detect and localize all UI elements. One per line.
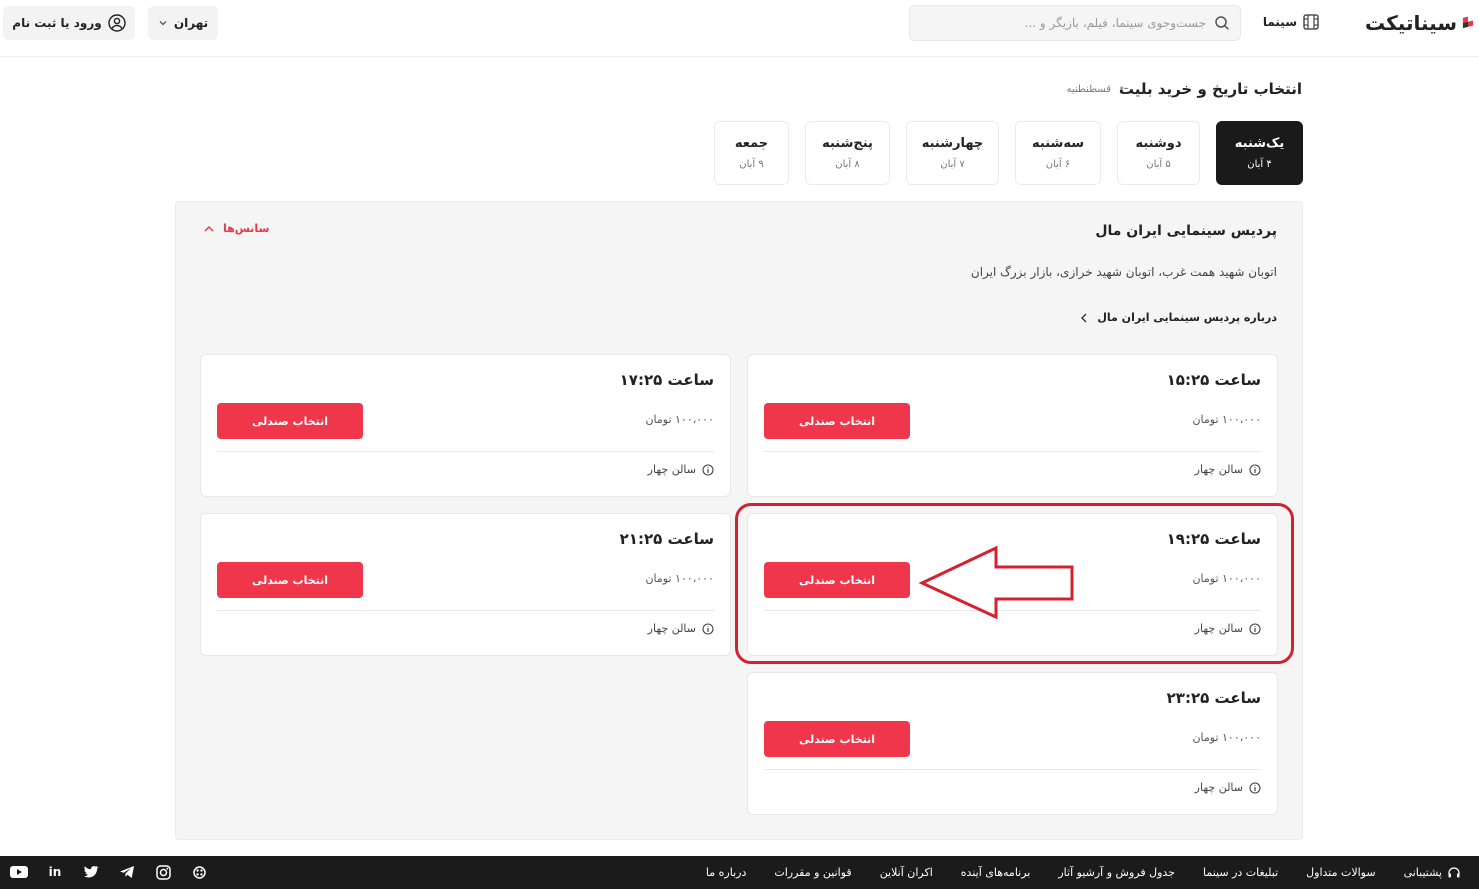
select-seat-button[interactable]: انتخاب صندلی <box>764 403 910 439</box>
hall-label: سالن چهار <box>647 463 696 476</box>
day-tab-wednesday[interactable]: چهارشنبه ۷ آبان <box>906 121 999 185</box>
breadcrumb-separator: • <box>1118 82 1126 95</box>
hall-label: سالن چهار <box>1194 781 1243 794</box>
day-tab-monday[interactable]: دوشنبه ۵ آبان <box>1117 121 1200 185</box>
select-seat-button[interactable]: انتخاب صندلی <box>764 721 910 757</box>
about-cinema-link[interactable]: درباره پردیس سینمایی ایران مال <box>1079 311 1277 324</box>
day-date: ۵ آبان <box>1146 159 1171 170</box>
info-icon[interactable] <box>1249 463 1261 476</box>
divider <box>764 769 1261 770</box>
footer-link-about[interactable]: درباره ما <box>706 866 746 879</box>
login-label: ورود یا ثبت نام <box>12 16 102 30</box>
day-name: چهارشنبه <box>921 136 984 151</box>
day-name: پنج‌شنبه <box>822 136 873 151</box>
session-hall: سالن چهار <box>1195 463 1261 476</box>
session-price: ۱۰۰،۰۰۰ تومان <box>1192 413 1261 426</box>
select-seat-button[interactable]: انتخاب صندلی <box>217 562 363 598</box>
logo-mark-icon <box>1462 16 1474 29</box>
session-time: ساعت ۱۵:۲۵ <box>1166 371 1261 389</box>
day-date: ۴ آبان <box>1247 159 1272 170</box>
sessions-toggle[interactable]: سانس‌ها <box>203 222 269 235</box>
session-hall: سالن چهار <box>1195 781 1261 794</box>
film-icon <box>1303 14 1319 30</box>
info-icon[interactable] <box>702 463 714 476</box>
logo-text: سیناتیکت <box>1365 11 1457 35</box>
search-input[interactable] <box>926 16 1206 30</box>
divider <box>217 451 714 452</box>
footer-link-ads[interactable]: تبلیغات در سینما <box>1203 866 1278 879</box>
day-date: ۶ آبان <box>1045 159 1071 170</box>
social-links: in <box>8 862 210 882</box>
search-icon[interactable] <box>1214 15 1230 31</box>
annotation-arrow-icon <box>918 545 1074 620</box>
page-title: انتخاب تاریخ و خرید بلیت <box>1118 80 1302 98</box>
day-tab-friday[interactable]: جمعه ۹ آبان <box>714 121 789 185</box>
footer-link-support[interactable]: پشتیبانی <box>1404 866 1442 879</box>
telegram-icon[interactable] <box>116 862 138 882</box>
session-price: ۱۰۰،۰۰۰ تومان <box>1192 731 1261 744</box>
site-logo[interactable]: سیناتیکت <box>1365 8 1475 38</box>
city-selector[interactable]: تهران <box>148 6 218 40</box>
login-button[interactable]: ورود یا ثبت نام <box>3 6 135 40</box>
footer-link-faq[interactable]: سوالات متداول <box>1306 866 1375 879</box>
info-icon[interactable] <box>1249 781 1261 794</box>
day-name: جمعه <box>734 136 769 151</box>
linkedin-icon[interactable]: in <box>44 862 66 882</box>
about-cinema-label: درباره پردیس سینمایی ایران مال <box>1097 311 1277 324</box>
day-name: سه‌شنبه <box>1032 136 1084 151</box>
youtube-icon[interactable] <box>8 862 30 882</box>
search-box <box>909 5 1241 41</box>
hall-label: سالن چهار <box>1194 463 1243 476</box>
chevron-left-icon <box>1081 313 1087 322</box>
twitter-icon[interactable] <box>80 862 102 882</box>
chevron-down-icon <box>159 21 167 26</box>
day-name: دوشنبه <box>1135 136 1182 151</box>
day-date: ۷ آبان <box>940 159 965 170</box>
day-tab-sunday[interactable]: یک‌شنبه ۴ آبان <box>1216 121 1303 185</box>
session-hall: سالن چهار <box>648 463 714 476</box>
session-time: ساعت ۱۷:۲۵ <box>619 371 714 389</box>
day-name: یک‌شنبه <box>1234 136 1285 151</box>
cinema-address: اتوبان شهید همت غرب، اتوبان شهید خرازی، … <box>970 265 1277 279</box>
site-footer: پشتیبانی سوالات متداول تبلیغات در سینما … <box>0 856 1479 889</box>
city-label: تهران <box>173 16 209 30</box>
aparat-icon[interactable] <box>188 862 210 882</box>
breadcrumb[interactable]: قسطنطنیه <box>1066 84 1111 95</box>
session-card: ساعت ۱۵:۲۵ ۱۰۰،۰۰۰ تومان انتخاب صندلی سا… <box>747 354 1278 497</box>
day-tab-thursday[interactable]: پنج‌شنبه ۸ آبان <box>805 121 890 185</box>
divider <box>764 451 1261 452</box>
cinema-name: پردیس سینمایی ایران مال <box>1095 223 1277 239</box>
session-time: ساعت ۲۱:۲۵ <box>619 530 714 548</box>
day-date: ۸ آبان <box>835 159 860 170</box>
day-tab-tuesday[interactable]: سه‌شنبه ۶ آبان <box>1015 121 1101 185</box>
hall-label: سالن چهار <box>647 622 696 635</box>
info-icon[interactable] <box>702 622 714 635</box>
session-price: ۱۰۰،۰۰۰ تومان <box>645 572 714 585</box>
footer-link-sales-table[interactable]: جدول فروش و آرشیو آثار <box>1058 866 1175 879</box>
site-header: ورود یا ثبت نام تهران سینما سیناتیکت <box>0 0 1479 57</box>
session-card: ساعت ۲۳:۲۵ ۱۰۰،۰۰۰ تومان انتخاب صندلی سا… <box>747 672 1278 815</box>
session-card: ساعت ۲۱:۲۵ ۱۰۰،۰۰۰ تومان انتخاب صندلی سا… <box>200 513 731 656</box>
nav-cinema-label: سینما <box>1262 15 1297 29</box>
sessions-toggle-label: سانس‌ها <box>223 222 270 235</box>
user-icon <box>108 14 126 32</box>
footer-links: پشتیبانی سوالات متداول تبلیغات در سینما … <box>678 856 1461 889</box>
nav-cinema-link[interactable]: سینما <box>1258 8 1320 36</box>
session-time: ساعت ۲۳:۲۵ <box>1166 689 1261 707</box>
day-date: ۹ آبان <box>739 159 764 170</box>
headset-icon <box>1448 866 1460 877</box>
chevron-up-icon <box>204 225 214 232</box>
select-seat-button[interactable]: انتخاب صندلی <box>217 403 363 439</box>
session-hall: سالن چهار <box>648 622 714 635</box>
footer-link-online-screening[interactable]: اکران آنلاین <box>880 866 933 879</box>
session-price: ۱۰۰،۰۰۰ تومان <box>645 413 714 426</box>
footer-link-rules[interactable]: قوانین و مقررات <box>774 866 851 879</box>
footer-link-upcoming[interactable]: برنامه‌های آینده <box>961 866 1031 879</box>
instagram-icon[interactable] <box>152 862 174 882</box>
divider <box>217 610 714 611</box>
session-card: ساعت ۱۷:۲۵ ۱۰۰،۰۰۰ تومان انتخاب صندلی سا… <box>200 354 731 497</box>
